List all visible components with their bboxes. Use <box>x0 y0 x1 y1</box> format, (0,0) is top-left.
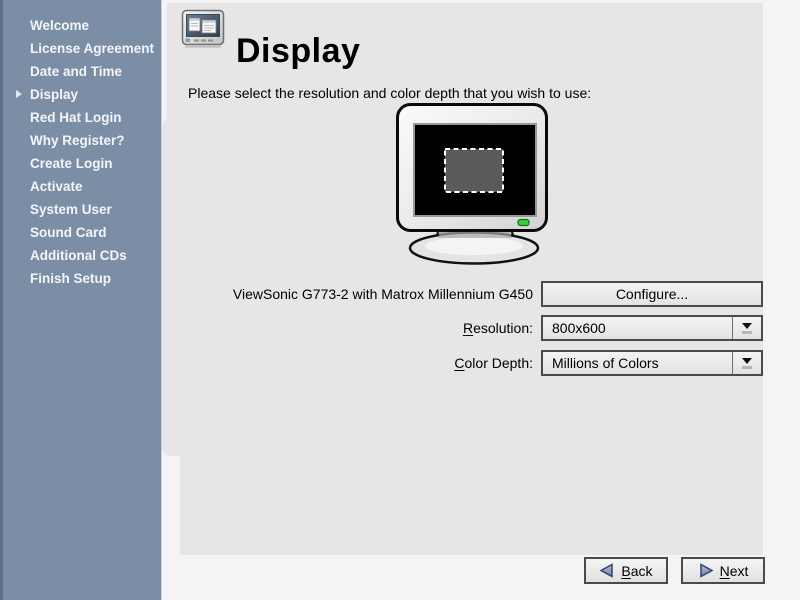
sidebar-item-welcome: Welcome <box>3 14 161 37</box>
resolution-dropdown[interactable]: 800x600 <box>541 315 763 341</box>
sidebar-item-label: Welcome <box>30 18 89 33</box>
firstboot-window: Welcome License Agreement Date and Time … <box>0 0 800 600</box>
color-depth-label-accesskey: C <box>454 355 464 371</box>
next-button[interactable]: Next <box>681 557 765 584</box>
color-depth-dropdown[interactable]: Millions of Colors <box>541 350 763 376</box>
sidebar-item-date-and-time: Date and Time <box>3 60 161 83</box>
chevron-down-icon <box>742 323 752 329</box>
sidebar-item-sound-card: Sound Card <box>3 221 161 244</box>
chevron-down-icon <box>742 358 752 364</box>
sidebar-item-label: Display <box>30 87 78 102</box>
display-settings-icon <box>181 9 225 49</box>
sidebar-item-label: Sound Card <box>30 225 107 240</box>
sidebar-item-label: Date and Time <box>30 64 122 79</box>
sidebar-item-display-current: Display <box>3 83 161 106</box>
color-depth-selected-value: Millions of Colors <box>543 352 732 374</box>
sidebar-step-list: Welcome License Agreement Date and Time … <box>0 0 161 600</box>
sidebar-item-label: Red Hat Login <box>30 110 122 125</box>
back-button[interactable]: Back <box>584 557 668 584</box>
sidebar-item-label: Why Register? <box>30 133 125 148</box>
configure-button[interactable]: Configure... <box>541 281 763 307</box>
monitor-illustration <box>393 99 565 271</box>
sidebar-item-license-agreement: License Agreement <box>3 37 161 60</box>
dropdown-bar-icon <box>742 366 752 369</box>
content-panel-tab-upper <box>167 3 181 119</box>
sidebar-item-label: Activate <box>30 179 83 194</box>
next-arrow-icon <box>698 563 714 578</box>
resolution-dropdown-button[interactable] <box>732 317 761 339</box>
device-label-text: ViewSonic G773-2 with Matrox Millennium … <box>233 286 533 302</box>
configure-button-label: Configure... <box>616 286 688 302</box>
page-title: Display <box>236 31 360 71</box>
content-panel-tab <box>162 118 181 456</box>
device-label: ViewSonic G773-2 with Matrox Millennium … <box>200 281 533 307</box>
back-arrow-icon <box>599 563 615 578</box>
sidebar-item-label: System User <box>30 202 112 217</box>
next-button-label: Next <box>720 563 749 579</box>
resolution-label-rest: esolution: <box>473 320 533 336</box>
color-depth-label: Color Depth: <box>200 350 533 376</box>
sidebar-item-label: Additional CDs <box>30 248 127 263</box>
dropdown-bar-icon <box>742 331 752 334</box>
color-depth-label-rest: olor Depth: <box>465 355 533 371</box>
color-depth-dropdown-button[interactable] <box>732 352 761 374</box>
resolution-label: Resolution: <box>200 315 533 341</box>
back-button-label: Back <box>621 563 652 579</box>
sidebar-item-red-hat-login: Red Hat Login <box>3 106 161 129</box>
sidebar-item-label: Create Login <box>30 156 113 171</box>
resolution-selected-value: 800x600 <box>543 317 732 339</box>
sidebar-item-activate: Activate <box>3 175 161 198</box>
sidebar-item-why-register: Why Register? <box>3 129 161 152</box>
sidebar-item-label: Finish Setup <box>30 271 111 286</box>
sidebar-item-system-user: System User <box>3 198 161 221</box>
sidebar-item-label: License Agreement <box>30 41 154 56</box>
sidebar-item-additional-cds: Additional CDs <box>3 244 161 267</box>
sidebar-item-create-login: Create Login <box>3 152 161 175</box>
sidebar-item-finish-setup: Finish Setup <box>3 267 161 290</box>
current-step-arrow-icon <box>16 90 22 98</box>
resolution-label-accesskey: R <box>463 320 473 336</box>
